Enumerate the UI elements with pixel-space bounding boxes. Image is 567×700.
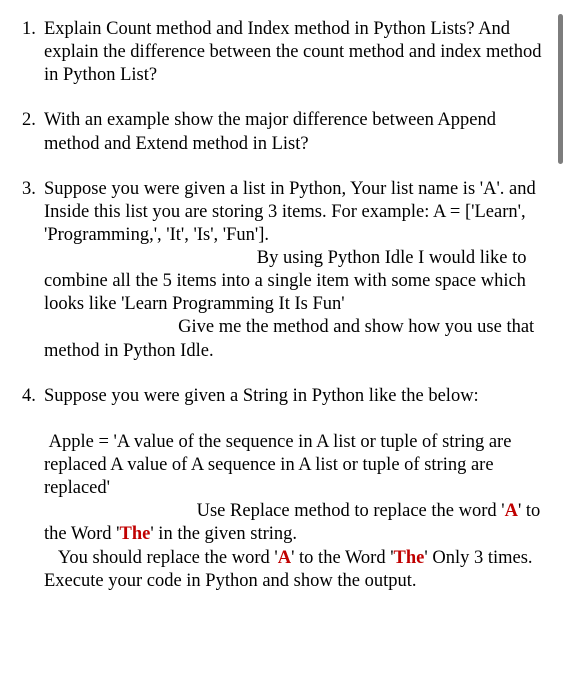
q4-p4-d-highlight: The xyxy=(394,548,425,568)
question-3-p2-text: By using Python Idle I would like to com… xyxy=(44,248,527,314)
scrollbar-thumb[interactable] xyxy=(558,14,563,164)
q4-p4-c: ' to the Word ' xyxy=(291,548,393,568)
question-3-p3: Give me the method and show how you use … xyxy=(44,316,545,362)
q4-p3-d-highlight: The xyxy=(120,524,151,544)
question-3-p2: By using Python Idle I would like to com… xyxy=(44,247,545,316)
question-3: Suppose you were given a list in Python,… xyxy=(22,178,545,363)
question-1-text: Explain Count method and Index method in… xyxy=(44,18,545,87)
q4-p4-b-highlight: A xyxy=(278,548,291,568)
question-2-text: With an example show the major differenc… xyxy=(44,109,545,155)
question-4: Suppose you were given a String in Pytho… xyxy=(22,385,545,593)
q4-p3-a: Use Replace method to replace the word ' xyxy=(197,501,505,521)
question-4-p3: Use Replace method to replace the word '… xyxy=(44,500,545,546)
question-list: Explain Count method and Index method in… xyxy=(22,18,545,593)
q4-p4-e: ' Only 3 times. xyxy=(424,548,532,568)
q4-p3-e: ' in the given string. xyxy=(150,524,297,544)
question-1: Explain Count method and Index method in… xyxy=(22,18,545,87)
question-3-p1: Suppose you were given a list in Python,… xyxy=(44,178,545,247)
question-4-p4: You should replace the word 'A' to the W… xyxy=(44,547,545,570)
q4-p4-a: You should replace the word ' xyxy=(44,548,278,568)
question-3-p3-text: Give me the method and show how you use … xyxy=(44,317,534,360)
question-4-p1: Suppose you were given a String in Pytho… xyxy=(44,385,545,408)
q4-p3-b-highlight: A xyxy=(505,501,518,521)
question-4-p5: Execute your code in Python and show the… xyxy=(44,570,545,593)
question-4-p2: Apple = 'A value of the sequence in A li… xyxy=(44,431,545,500)
question-2: With an example show the major differenc… xyxy=(22,109,545,155)
